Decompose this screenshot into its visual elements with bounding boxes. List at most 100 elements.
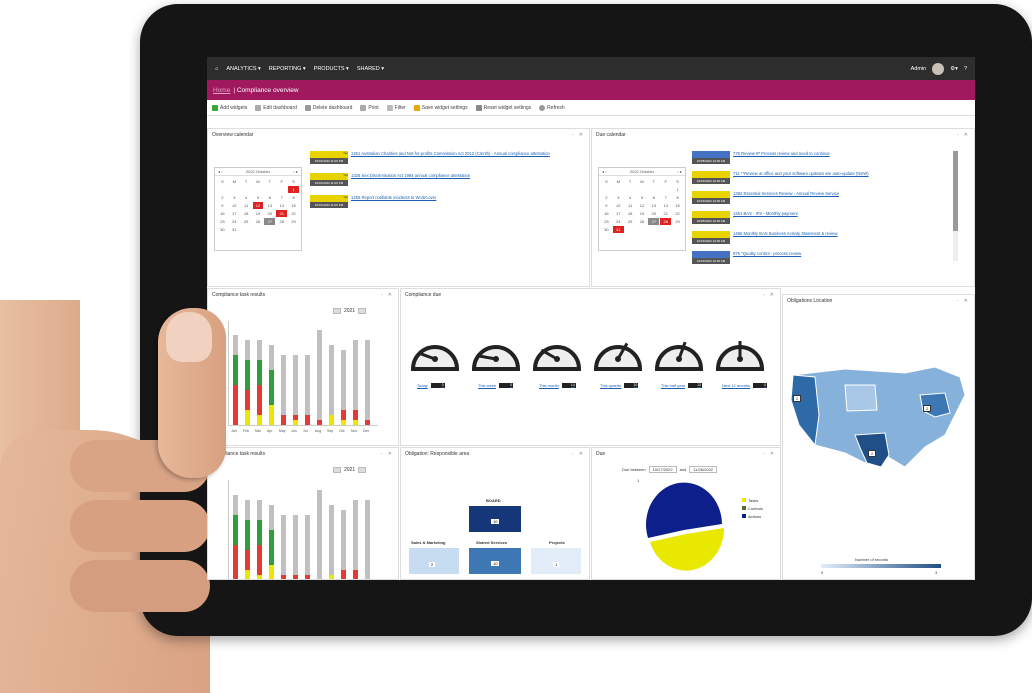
bar-segment[interactable] — [341, 510, 346, 570]
bar-segment[interactable] — [281, 515, 286, 575]
year-selector[interactable]: 2021 — [333, 467, 367, 473]
gauge-label[interactable]: This week 0 — [478, 383, 514, 388]
calendar-day[interactable]: 18 — [625, 210, 636, 217]
org-node-sales[interactable]: 2 — [409, 548, 459, 574]
calendar-day[interactable]: 27 — [264, 218, 276, 225]
event-link[interactable]: 1325 Sex Discrimination Act 1984 annual … — [351, 173, 470, 178]
widget-controls[interactable]: - ✕ — [763, 451, 776, 457]
calendar-event[interactable]: 10/31/2022 12:00 AM 1465 Monthly BAS Busi… — [692, 231, 838, 244]
print-button[interactable]: Print — [360, 104, 379, 111]
calendar-day[interactable]: 21 — [276, 210, 288, 217]
bar-segment[interactable] — [257, 520, 262, 545]
calendar-day[interactable]: 23 — [601, 218, 612, 225]
calendar-day[interactable]: 20 — [648, 210, 659, 217]
calendar-day[interactable]: 5 — [637, 194, 648, 201]
event-link[interactable]: 1451 BAS - IFS - Monthly payment — [733, 211, 798, 216]
calendar-day[interactable]: 9 — [601, 202, 612, 209]
calendar-day[interactable]: 26 — [253, 218, 264, 225]
legend-item[interactable]: Tasks — [742, 498, 763, 503]
legend-item[interactable]: Controls — [742, 506, 763, 511]
next-month-icon[interactable]: › ▸ — [678, 169, 682, 174]
bar-segment[interactable] — [245, 500, 250, 520]
calendar-day[interactable]: 25 — [241, 218, 252, 225]
bar-segment[interactable] — [353, 570, 358, 579]
calendar-day[interactable]: 5 — [253, 194, 264, 201]
bar-segment[interactable] — [245, 520, 250, 550]
calendar-day[interactable]: 15 — [288, 202, 299, 209]
calendar-day[interactable]: 11 — [625, 202, 636, 209]
us-map[interactable] — [785, 355, 975, 495]
calendar-day[interactable]: 18 — [241, 210, 252, 217]
calendar-day[interactable]: 29 — [288, 218, 299, 225]
calendar-event[interactable]: 10/28/2022 12:00 AM 775 Review IP Process… — [692, 151, 830, 164]
bar-segment[interactable] — [245, 360, 250, 390]
bar-segment[interactable] — [329, 415, 334, 425]
widget-controls[interactable]: - ✕ — [381, 292, 394, 298]
gauge[interactable] — [653, 329, 705, 375]
avatar[interactable] — [932, 62, 945, 75]
calendar-day[interactable]: 2 — [601, 194, 612, 201]
prev-year-icon[interactable] — [333, 467, 341, 473]
bar-segment[interactable] — [293, 575, 298, 579]
org-node-projects[interactable]: 1 — [531, 548, 581, 574]
calendar-day[interactable]: 11 — [241, 202, 252, 209]
nav-shared[interactable]: SHARED ▾ — [357, 66, 384, 72]
calendar-day[interactable]: 17 — [613, 210, 624, 217]
gauge[interactable] — [714, 329, 766, 375]
gauge-label[interactable]: Next 12 months 0 — [722, 383, 768, 388]
calendar-day[interactable]: 17 — [229, 210, 240, 217]
map-region-west[interactable] — [790, 374, 820, 447]
help-icon[interactable]: ? — [964, 66, 967, 72]
calendar-event[interactable]: Yes 10/31/2022 11:00 PM 1251 Australian Ch… — [310, 151, 550, 164]
bar-segment[interactable] — [257, 575, 262, 579]
widget-controls[interactable]: - ✕ — [763, 292, 776, 298]
bar-segment[interactable] — [269, 530, 274, 565]
calendar-day[interactable]: 16 — [601, 210, 612, 217]
event-link[interactable]: 975 *Quality control - process review — [733, 251, 801, 256]
bar-segment[interactable] — [257, 545, 262, 575]
calendar-day[interactable]: 3 — [613, 194, 624, 201]
widget-controls[interactable]: - ✕ — [381, 451, 394, 457]
calendar-event[interactable]: 10/31/2022 12:00 AM 1392 Essential Servic… — [692, 191, 839, 204]
bar-segment[interactable] — [293, 515, 298, 575]
widget-controls[interactable]: - ✕ — [957, 132, 970, 138]
gauge-label[interactable]: This quarter 10 — [600, 383, 639, 388]
calendar-day[interactable]: 27 — [648, 218, 660, 225]
bar-segment[interactable] — [305, 575, 310, 579]
bar-segment[interactable] — [365, 500, 370, 579]
calendar-event[interactable]: 10/31/2022 12:00 AM 711 **Review at offic… — [692, 171, 869, 184]
gauge-label[interactable]: Today 0 — [417, 383, 445, 388]
year-selector[interactable]: 2021 — [333, 308, 367, 314]
calendar-day[interactable]: 6 — [648, 194, 659, 201]
calendar-day[interactable]: 3 — [229, 194, 240, 201]
home-icon[interactable]: ⌂ — [215, 66, 218, 72]
scrollbar[interactable] — [953, 151, 958, 261]
bar-segment[interactable] — [341, 570, 346, 579]
bar-segment[interactable] — [245, 570, 250, 579]
event-link[interactable]: 1392 Essential Services Review - Annual … — [733, 191, 839, 196]
bar-segment[interactable] — [269, 345, 274, 370]
bar-segment[interactable] — [317, 490, 322, 579]
calendar-day[interactable]: 25 — [625, 218, 636, 225]
bar-segment[interactable] — [281, 575, 286, 579]
add-widgets-button[interactable]: Add widgets — [212, 104, 247, 111]
calendar-event[interactable]: 10/31/2022 12:00 AM 975 *Quality control … — [692, 251, 801, 264]
bar-segment[interactable] — [293, 415, 298, 420]
bar-segment[interactable] — [257, 385, 262, 415]
bar-segment[interactable] — [245, 550, 250, 570]
prev-month-icon[interactable]: ◂ ‹ — [218, 169, 222, 174]
calendar-day[interactable]: 10 — [613, 202, 624, 209]
nav-products[interactable]: PRODUCTS ▾ — [314, 66, 349, 72]
calendar-day[interactable]: 13 — [264, 202, 275, 209]
to-date-input[interactable]: 11/26/2022 — [689, 466, 718, 473]
map-marker[interactable]: 2 — [868, 450, 877, 457]
bar-segment[interactable] — [305, 355, 310, 415]
bar-segment[interactable] — [365, 340, 370, 420]
calendar-day[interactable]: 30 — [217, 226, 228, 233]
bar-segment[interactable] — [269, 565, 274, 579]
calendar-day[interactable]: 7 — [660, 194, 671, 201]
gear-icon[interactable]: ⚙▾ — [950, 66, 958, 72]
bar-segment[interactable] — [269, 505, 274, 530]
event-link[interactable]: 1251 Australian Charities and Not-for-pr… — [351, 151, 550, 156]
calendar-day[interactable]: 10 — [229, 202, 240, 209]
